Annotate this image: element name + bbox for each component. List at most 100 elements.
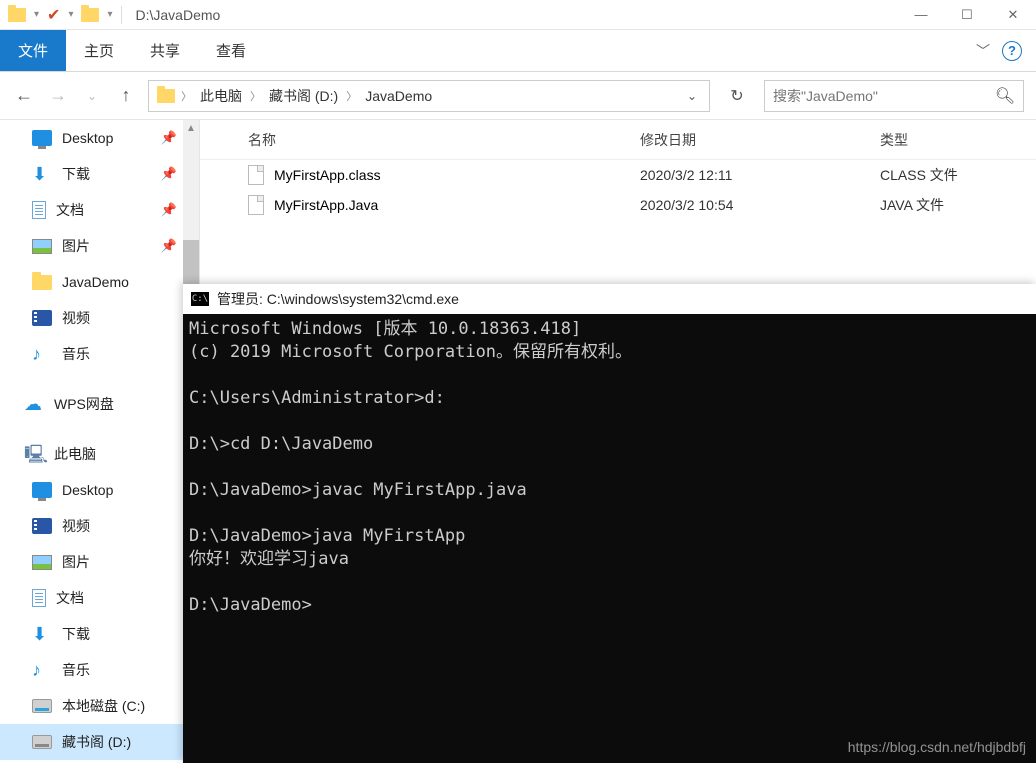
chevron-right-icon[interactable]: 〉 — [250, 88, 261, 104]
sidebar-item[interactable]: Desktop — [0, 472, 199, 508]
column-header-type[interactable]: 类型 — [880, 130, 1036, 150]
pic-icon — [32, 239, 52, 254]
search-box[interactable]: 🔍︎ — [764, 80, 1024, 112]
chevron-right-icon[interactable]: 〉 — [346, 88, 357, 104]
sidebar-item[interactable]: 本地磁盘 (C:) — [0, 688, 199, 724]
disk-icon — [32, 699, 52, 713]
folder-icon — [157, 89, 175, 103]
sidebar-item-label: WPS网盘 — [54, 394, 114, 414]
sidebar-item-label: 视频 — [62, 308, 90, 328]
sidebar-item[interactable]: ⬇ 下载 — [0, 616, 199, 652]
breadcrumb-item[interactable]: 藏书阁 (D:) — [267, 86, 340, 106]
sidebar-item[interactable]: 文档 — [0, 580, 199, 616]
address-bar[interactable]: 〉 此电脑 〉 藏书阁 (D:) 〉 JavaDemo ⌄ — [148, 80, 710, 112]
window-titlebar: ▾ ✔ ▾ ▾ D:\JavaDemo ― ☐ ✕ — [0, 0, 1036, 30]
chevron-right-icon[interactable]: 〉 — [181, 88, 192, 104]
pin-icon: 📌 — [161, 166, 177, 182]
minimize-button[interactable]: ― — [898, 0, 944, 30]
column-header-name[interactable]: 名称 — [200, 130, 640, 150]
sidebar-item-label: 文档 — [56, 200, 84, 220]
sidebar-item[interactable]: 视频 — [0, 508, 199, 544]
breadcrumb-item[interactable]: 此电脑 — [198, 86, 244, 106]
monitor-icon — [32, 130, 52, 146]
folder-icon — [32, 275, 52, 290]
doc-icon — [32, 201, 46, 219]
sidebar-item-label: 音乐 — [62, 660, 90, 680]
computer-icon: 🖳 — [24, 446, 44, 462]
sidebar-item[interactable]: Desktop 📌 — [0, 120, 199, 156]
qat-dropdown-icon[interactable]: ▾ — [107, 9, 112, 20]
sidebar-item-thispc[interactable]: 🖳 此电脑 — [0, 436, 199, 472]
doc-icon — [32, 589, 46, 607]
navigation-row: ← → ⌄ ↑ 〉 此电脑 〉 藏书阁 (D:) 〉 JavaDemo ⌄ ↻ … — [0, 72, 1036, 120]
window-title: D:\JavaDemo — [130, 7, 221, 23]
file-row[interactable]: MyFirstApp.class2020/3/2 12:11CLASS 文件 — [200, 160, 1036, 190]
sidebar-item[interactable]: 藏书阁 (D:) — [0, 724, 199, 760]
tab-share[interactable]: 共享 — [132, 30, 198, 71]
file-type: CLASS 文件 — [880, 165, 1036, 185]
search-input[interactable] — [765, 88, 987, 104]
quick-access-toolbar: ▾ ✔ ▾ ▾ — [0, 5, 130, 25]
cmd-title: 管理员: C:\windows\system32\cmd.exe — [217, 289, 459, 309]
sidebar-item[interactable]: ♪ 音乐 — [0, 652, 199, 688]
sidebar-item[interactable]: 图片 — [0, 544, 199, 580]
tab-home[interactable]: 主页 — [66, 30, 132, 71]
sidebar-item[interactable]: 文档📌 — [0, 192, 199, 228]
sidebar-item-label: 视频 — [62, 516, 90, 536]
recent-dropdown-icon[interactable]: ⌄ — [80, 84, 104, 108]
chevron-down-icon[interactable]: ﹀ — [976, 41, 990, 61]
up-button[interactable]: ↑ — [114, 84, 138, 108]
scroll-thumb[interactable] — [183, 240, 199, 290]
tab-view[interactable]: 查看 — [198, 30, 264, 71]
pin-icon: 📌 — [161, 130, 177, 146]
download-icon: ⬇ — [32, 166, 52, 182]
sidebar-item[interactable]: 图片📌 — [0, 228, 199, 264]
pin-icon: 📌 — [161, 238, 177, 254]
column-header-date[interactable]: 修改日期 — [640, 130, 880, 150]
music-icon: ♪ — [32, 662, 52, 678]
window-controls: ― ☐ ✕ — [898, 0, 1036, 30]
sidebar-item[interactable]: JavaDemo — [0, 264, 199, 300]
video-icon — [32, 518, 52, 534]
sidebar-item-label: Desktop — [62, 130, 113, 146]
file-name: MyFirstApp.Java — [274, 197, 378, 213]
address-dropdown-icon[interactable]: ⌄ — [687, 89, 697, 103]
back-button[interactable]: ← — [12, 84, 36, 108]
file-name: MyFirstApp.class — [274, 167, 381, 183]
sidebar-item-label: 此电脑 — [54, 444, 96, 464]
cloud-icon: ☁ — [24, 396, 44, 412]
file-date: 2020/3/2 10:54 — [640, 197, 880, 213]
watermark: https://blog.csdn.net/hdjbdbfj — [848, 739, 1026, 755]
sidebar-item-wps[interactable]: ☁ WPS网盘 — [0, 386, 199, 422]
music-icon: ♪ — [32, 346, 52, 362]
checkmark-icon[interactable]: ✔ — [47, 5, 60, 25]
qat-dropdown-icon[interactable]: ▾ — [68, 9, 73, 20]
sidebar-item-label: Desktop — [62, 482, 113, 498]
sidebar-item-label: 下载 — [62, 624, 90, 644]
file-tab[interactable]: 文件 — [0, 30, 66, 71]
close-button[interactable]: ✕ — [990, 0, 1036, 30]
sidebar-item[interactable]: ⬇ 下载 📌 — [0, 156, 199, 192]
sidebar-item-label: JavaDemo — [62, 274, 129, 290]
breadcrumb-item[interactable]: JavaDemo — [363, 88, 434, 104]
column-headers: 名称 修改日期 类型 — [200, 120, 1036, 160]
refresh-button[interactable]: ↻ — [720, 80, 754, 112]
scroll-up-icon[interactable]: ▲ — [183, 120, 199, 136]
file-row[interactable]: MyFirstApp.Java 2020/3/2 10:54JAVA 文件 — [200, 190, 1036, 220]
search-icon[interactable]: 🔍︎ — [987, 86, 1023, 106]
maximize-button[interactable]: ☐ — [944, 0, 990, 30]
navigation-pane: Desktop📌⬇下载📌文档📌图片📌JavaDemo视频♪音乐 ☁WPS网盘 🖳… — [0, 120, 200, 763]
folder-icon — [81, 8, 99, 22]
forward-button[interactable]: → — [46, 84, 70, 108]
sidebar-item[interactable]: ♪音乐 — [0, 336, 199, 372]
download-icon: ⬇ — [32, 626, 52, 642]
sidebar-item-label: 本地磁盘 (C:) — [62, 696, 145, 716]
sidebar-item[interactable]: 视频 — [0, 300, 199, 336]
disk-icon — [32, 735, 52, 749]
file-type: JAVA 文件 — [880, 195, 1036, 215]
qat-dropdown-icon[interactable]: ▾ — [34, 9, 39, 20]
cmd-titlebar[interactable]: C:\ 管理员: C:\windows\system32\cmd.exe — [183, 284, 1036, 314]
help-icon[interactable]: ? — [1002, 41, 1022, 61]
cmd-output[interactable]: Microsoft Windows [版本 10.0.18363.418] (c… — [183, 314, 1036, 763]
sidebar-item-label: 下载 — [62, 164, 90, 184]
